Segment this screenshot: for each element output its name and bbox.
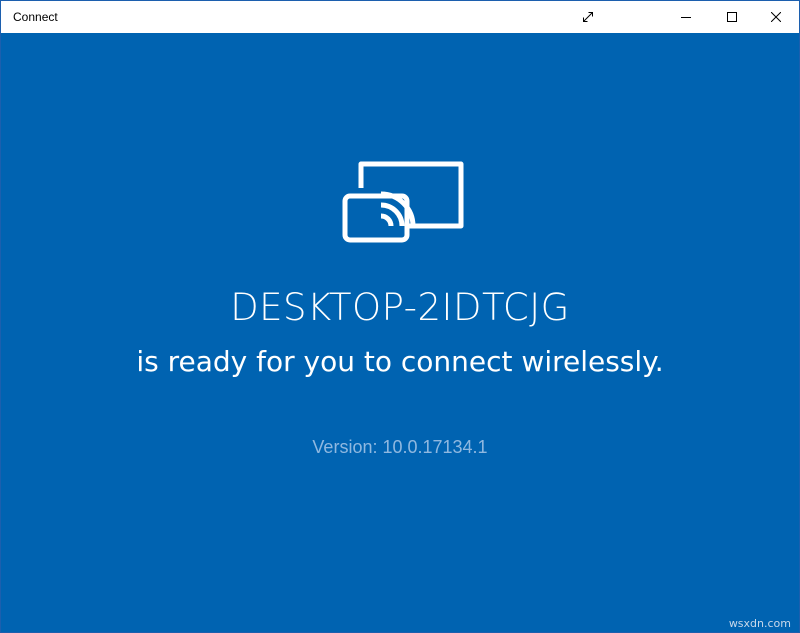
maximize-button[interactable]: [709, 1, 755, 33]
wireless-cast-icon: [342, 161, 464, 243]
connect-app-window: Connect DESKTOP-2IDTCJG is ready for you…: [0, 0, 800, 633]
close-button[interactable]: [753, 1, 799, 33]
version-label: Version: 10.0.17134.1: [312, 437, 488, 457]
minimize-icon: [681, 17, 691, 18]
connect-content-area: DESKTOP-2IDTCJG is ready for you to conn…: [1, 33, 799, 632]
expand-arrows-icon: [583, 12, 593, 22]
device-name: DESKTOP-2IDTCJG: [230, 286, 570, 329]
window-title: Connect: [13, 10, 58, 24]
ready-message: is ready for you to connect wirelessly.: [136, 345, 664, 378]
title-bar[interactable]: Connect: [1, 1, 799, 33]
maximize-icon: [727, 12, 737, 22]
close-icon: [771, 12, 781, 22]
minimize-button[interactable]: [663, 1, 709, 33]
watermark: wsxdn.com: [728, 617, 791, 630]
expand-button[interactable]: [565, 1, 611, 33]
